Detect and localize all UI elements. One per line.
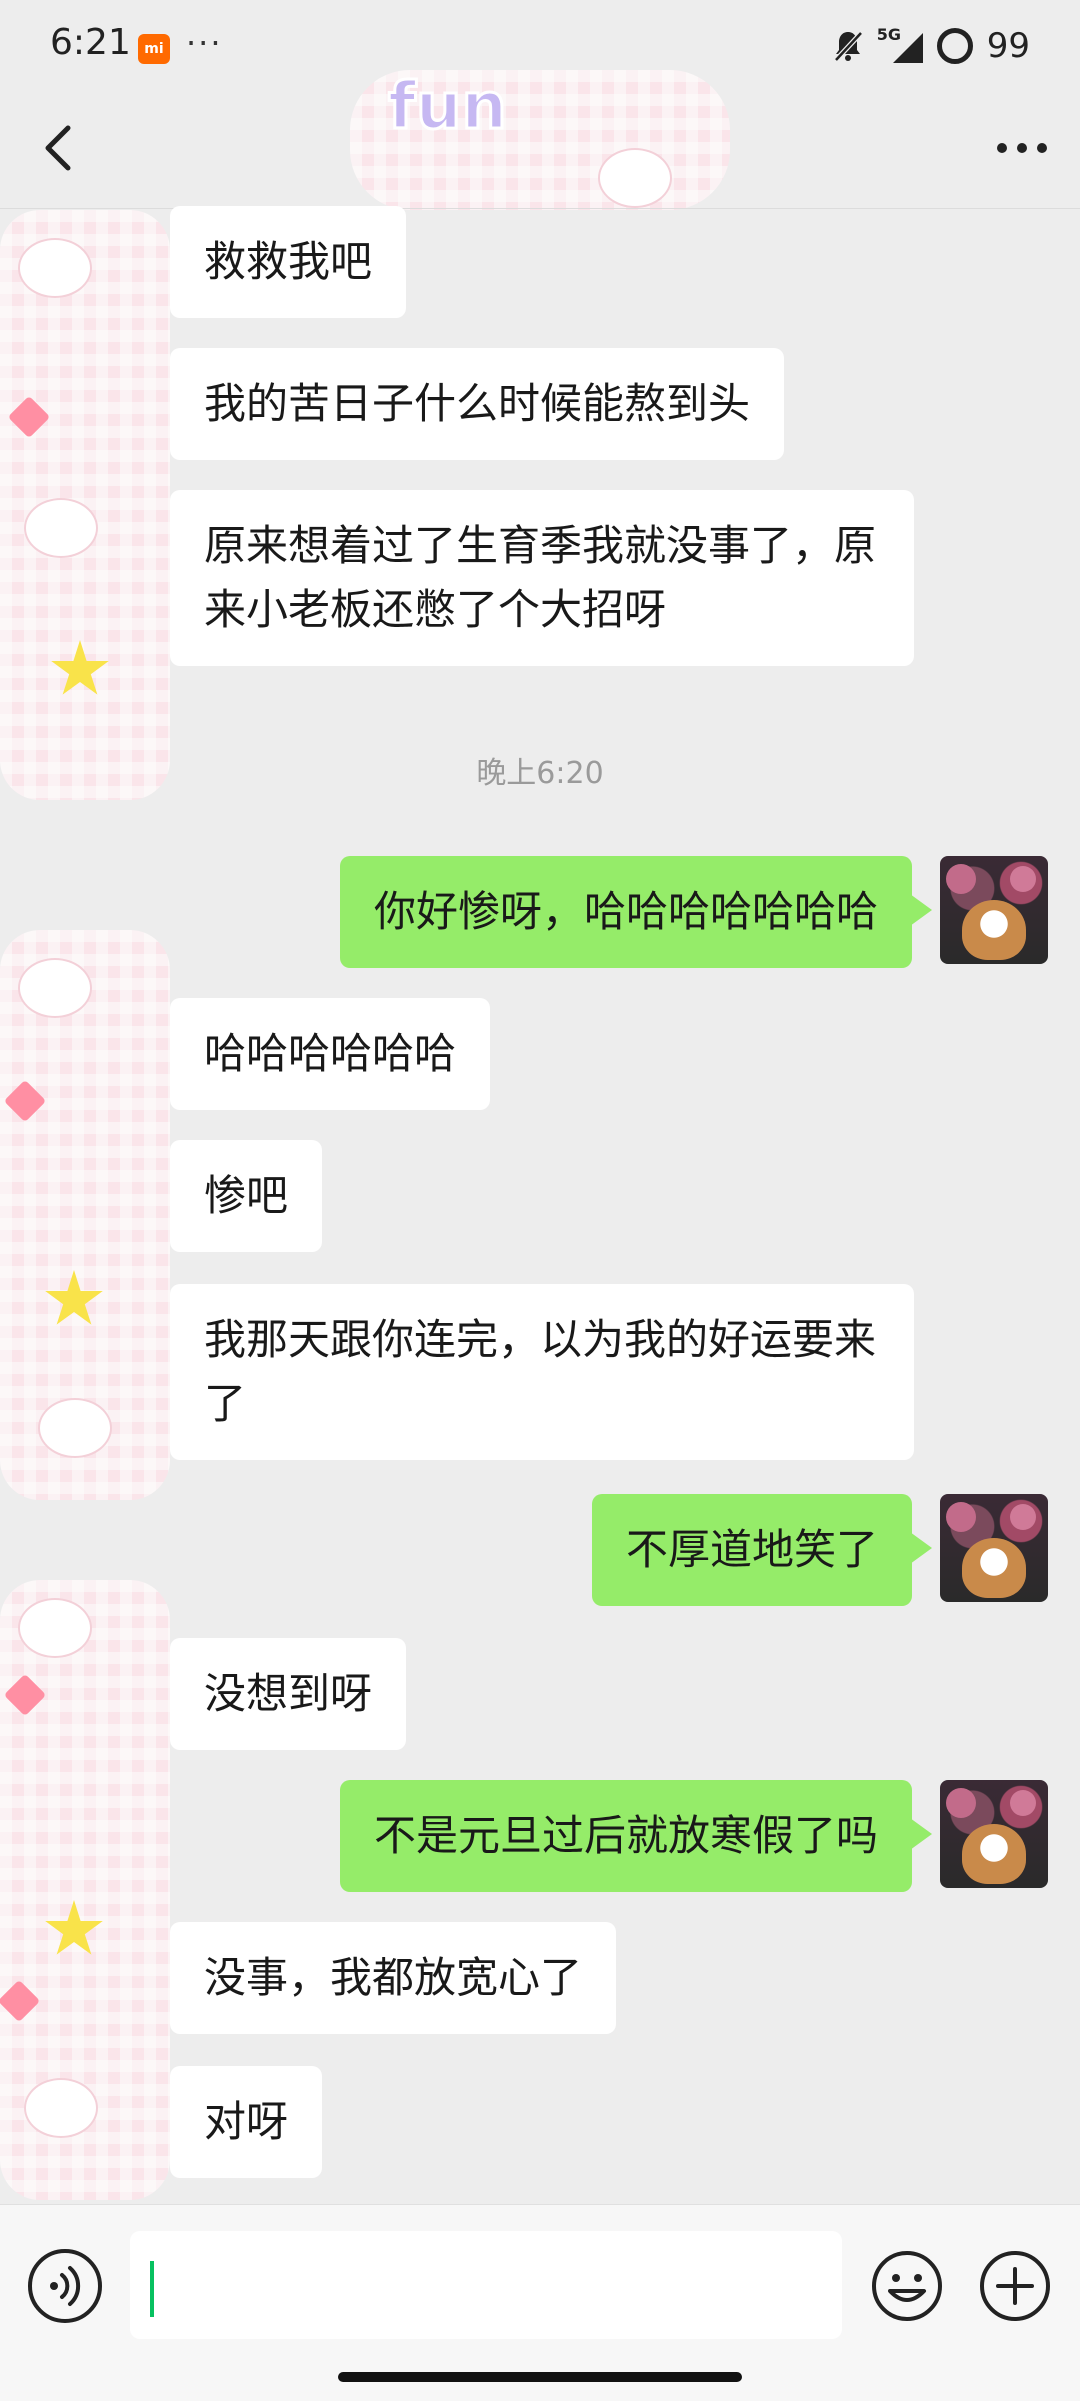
voice-icon bbox=[50, 2266, 81, 2306]
header-divider bbox=[0, 208, 1080, 209]
status-time: 6:21 bbox=[50, 22, 131, 63]
status-indicators: 5G 99 bbox=[833, 22, 1030, 70]
fun-sticker-text: fun bbox=[387, 69, 509, 146]
received-message[interactable]: 我的苦日子什么时候能熬到头 bbox=[170, 348, 785, 460]
more-button[interactable] bbox=[990, 118, 1054, 178]
battery-ring-icon bbox=[936, 28, 973, 64]
received-message[interactable]: 惨吧 bbox=[170, 1140, 323, 1252]
text-caret bbox=[150, 2261, 154, 2317]
message-input[interactable] bbox=[130, 2231, 842, 2339]
more-notifications-icon: ··· bbox=[186, 24, 223, 62]
received-message[interactable]: 没事，我都放宽心了 bbox=[170, 1922, 617, 2034]
sent-message[interactable]: 不是元旦过后就放寒假了吗 bbox=[339, 1780, 933, 1892]
bunny-sticker bbox=[600, 150, 670, 206]
sent-message[interactable]: 你好惨呀，哈哈哈哈哈哈哈 bbox=[339, 856, 933, 968]
received-message[interactable]: 原来想着过了生育季我就没事了，原来小老板还憋了个大招呀 bbox=[170, 490, 914, 666]
home-indicator[interactable] bbox=[338, 2372, 742, 2382]
mute-icon bbox=[833, 31, 863, 62]
my-avatar[interactable] bbox=[940, 1494, 1048, 1602]
my-avatar[interactable] bbox=[940, 856, 1048, 964]
more-dots-icon bbox=[997, 143, 1047, 153]
sent-message[interactable]: 不厚道地笑了 bbox=[591, 1494, 933, 1606]
received-message[interactable]: 没想到呀 bbox=[170, 1638, 407, 1750]
bunny-sticker bbox=[26, 500, 96, 556]
chat-timestamp: 晚上6:20 bbox=[476, 756, 604, 791]
chevron-left-icon bbox=[45, 125, 71, 171]
mi-app-icon: mi bbox=[138, 34, 170, 64]
voice-button[interactable] bbox=[28, 2249, 102, 2323]
bunny-sticker bbox=[26, 2080, 96, 2136]
plus-icon bbox=[980, 2251, 1050, 2321]
back-button[interactable] bbox=[30, 118, 90, 178]
received-message[interactable]: 救救我吧 bbox=[170, 206, 407, 318]
bunny-sticker bbox=[40, 1400, 110, 1456]
received-message[interactable]: 哈哈哈哈哈哈 bbox=[170, 998, 491, 1110]
my-avatar[interactable] bbox=[940, 1780, 1048, 1888]
plus-button[interactable] bbox=[978, 2249, 1052, 2323]
received-message[interactable]: 我那天跟你连完，以为我的好运要来了 bbox=[170, 1284, 914, 1460]
battery-level: 99 bbox=[986, 26, 1030, 66]
received-message[interactable]: 对呀 bbox=[170, 2066, 323, 2178]
emoji-button[interactable] bbox=[870, 2249, 944, 2323]
bunny-sticker bbox=[20, 240, 90, 296]
emoji-icon bbox=[872, 2251, 942, 2321]
signal-icon: 5G bbox=[877, 25, 923, 63]
bunny-sticker bbox=[20, 960, 90, 1016]
bunny-sticker bbox=[20, 1600, 90, 1656]
side-sticker-1 bbox=[0, 210, 170, 800]
